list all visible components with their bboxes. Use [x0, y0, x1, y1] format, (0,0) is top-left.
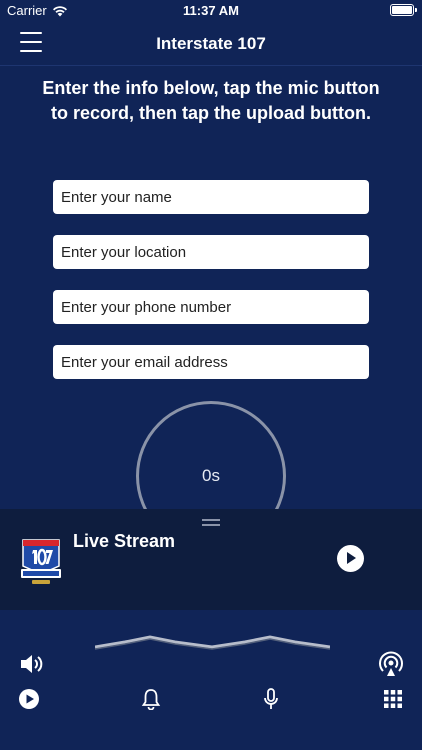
waveform-decoration — [95, 635, 330, 650]
broadcast-icon — [379, 651, 403, 676]
location-field[interactable] — [53, 235, 369, 269]
email-field[interactable] — [53, 345, 369, 379]
volume-button[interactable] — [18, 650, 46, 678]
bell-icon — [141, 689, 161, 710]
clock: 11:37 AM — [183, 3, 239, 18]
grid-icon — [384, 690, 402, 708]
tab-notifications[interactable] — [137, 685, 165, 713]
record-elapsed-time: 0s — [202, 466, 220, 485]
nav-bar: Interstate 107 — [0, 22, 422, 66]
tab-record[interactable] — [257, 685, 285, 713]
battery-icon — [390, 4, 417, 16]
name-field[interactable] — [53, 180, 369, 214]
phone-field[interactable] — [53, 290, 369, 324]
volume-icon — [21, 655, 43, 673]
play-icon — [19, 689, 39, 709]
instructions-text: Enter the info below, tap the mic button… — [42, 78, 380, 123]
bottom-controls — [0, 610, 422, 750]
station-logo — [21, 539, 61, 584]
tab-more[interactable] — [379, 685, 407, 713]
mic-icon — [264, 688, 278, 709]
tab-play[interactable] — [15, 685, 43, 713]
page-title: Interstate 107 — [156, 34, 266, 53]
live-stream-title: Live Stream — [73, 531, 176, 551]
live-stream-play-button[interactable] — [337, 545, 364, 572]
drag-handle[interactable] — [202, 519, 220, 526]
status-bar: Carrier 11:37 AM — [0, 0, 422, 22]
broadcast-button[interactable] — [377, 650, 405, 678]
